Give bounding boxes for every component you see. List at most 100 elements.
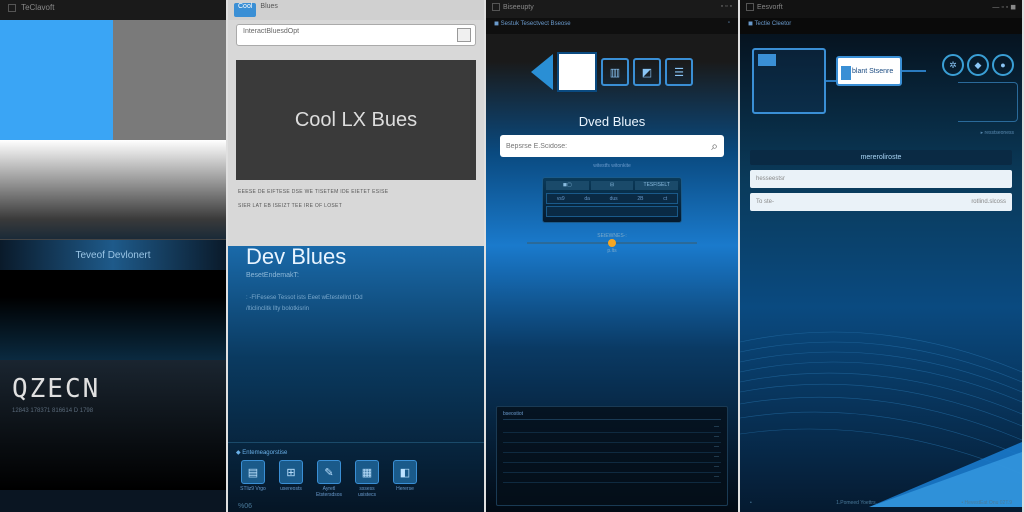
titlebar: Eesvorft — ▫ ▫ ◼ [740,0,1022,18]
hero-stage: ▥ ◩ ☰ [486,34,738,110]
icon-label: usereosts [280,486,302,492]
field1-placeholder: hesseestsr [756,176,785,182]
tile-3[interactable]: ☰ [665,58,693,86]
icon-glyph: ◧ [393,460,417,484]
icon-label: sssess usistecs [350,486,384,498]
back-arrow-icon[interactable] [531,54,553,90]
panel-2: Cool Blues InteractBluesdOpt Cool LX Bue… [228,0,486,512]
bracket-line [958,82,1018,122]
icon-toolbar: ◆ Entemeagorstise ▤STliz9 Vrgo⊞usereosts… [228,442,484,504]
node-pin-icon[interactable]: ◆ [967,54,989,76]
breadcrumb[interactable]: ◼ Sestuk Tesectvect Bseose ▫ [486,18,738,34]
diagram-box-a[interactable] [752,48,826,114]
toolbar-icon-4[interactable]: ◧ Hererse [388,460,422,498]
list-header: bseostiot [503,411,721,420]
panel-3: Biseeupty ▫ ▫ ▫ ◼ Sestuk Tesectvect Bseo… [486,0,740,512]
results-list: bseostiot — — — — — — [496,406,728,506]
list-item[interactable]: — [503,463,721,473]
stepper-sub: p.lts [527,248,697,254]
crumb-close-icon[interactable]: ▫ [728,20,730,32]
diagram-box-b[interactable]: blant Stsenre [836,56,902,86]
micro-line-1: EEESE DE EIFTESE DSE WE TISETEM IDE EIET… [238,188,474,196]
input-field-2[interactable]: To ste- rotlind.slcoss [750,193,1012,211]
brand-footer: 12843 178371 816614 D 1798 [12,408,214,416]
list-item[interactable]: — [503,433,721,443]
hero-banner: Cool LX Bues [236,60,476,180]
search-bar[interactable]: ⌕ [500,135,724,157]
stripe-band: Teveof Devlonert [0,240,226,270]
toolbar-icon-2[interactable]: ✎Ayretl Etstersdsos [312,460,346,498]
hero-title: Cool LX Bues [295,109,417,132]
stepper: SEtEWNES-: p.lts [527,233,697,254]
icon-glyph: ✎ [317,460,341,484]
list-item[interactable]: — [503,423,721,433]
icon-label: STliz9 Vrgo [240,486,266,492]
toolbar-icon-3[interactable]: ▦ sssess usistecs [350,460,384,498]
tab-active[interactable]: Cool [234,3,256,17]
search-icon[interactable]: ⌕ [711,139,718,154]
search-input[interactable] [506,143,711,150]
list-item[interactable]: — [503,453,721,463]
tile-1[interactable]: ▥ [601,58,629,86]
widget-cell-1[interactable]: da [584,196,590,202]
percent-readout: %06 [238,503,252,510]
hero-card[interactable] [557,52,597,92]
connector-1 [826,80,836,82]
widget-cell-4[interactable]: ct [663,196,667,202]
widget-cell-3[interactable]: 2B [637,196,643,202]
footer-line: • 1.Pomeed Yoettrs. • HevestEat Onu 02T.… [740,500,1022,506]
app-icon [746,3,754,11]
swatch-grey [113,20,226,140]
toolbar-icon-1[interactable]: ⊞usereosts [274,460,308,498]
icon-glyph: ▤ [241,460,265,484]
dev-line-1: : -FIFesese Tessot ists Eeet wEtestelIrd… [246,293,466,304]
titlebar: Biseeupty ▫ ▫ ▫ [486,0,738,18]
widget-tab-1[interactable]: ⊟ [591,181,634,190]
app-name: Biseeupty [503,4,534,11]
swatch-blue [0,20,113,140]
wave-graphic [740,282,1022,512]
section-header: mereroliroste [750,150,1012,165]
brand-logo: QZECN [12,374,214,404]
widget-tab-0[interactable]: ◼▢ [546,181,589,190]
black-band [0,270,226,360]
address-bar[interactable]: InteractBluesdOpt [236,24,476,46]
connector-2 [902,70,926,72]
widget-tab-2[interactable]: TESFISELT [635,181,678,190]
list-item[interactable]: — [503,443,721,453]
app-name: Eesvorft [757,4,783,11]
window-controls[interactable]: ▫ ▫ ▫ [721,3,732,15]
widget-spacer [546,206,678,217]
node-user-icon[interactable]: ● [992,54,1014,76]
app-name: TeClavoft [21,3,54,12]
foot-a: • [750,500,752,506]
stepper-rail[interactable] [527,242,697,244]
panel-1: TeClavoft Teveof Devlonert QZECN 12843 1… [0,0,228,512]
window-controls[interactable]: — ▫ ▫ ◼ [992,3,1016,15]
input-field-1[interactable]: hesseestsr [750,170,1012,188]
icon-label: Hererse [396,486,414,492]
micro-line-2: SIER LAT EB ISEIZT TEE IRE OF LOSET [238,202,474,210]
widget-cell-2[interactable]: dus [610,196,618,202]
widget-cell-0[interactable]: vs9 [557,196,565,202]
panel-4: Eesvorft — ▫ ▫ ◼ ◼ Tectie Cleetor blant … [740,0,1024,512]
tab-secondary[interactable]: Blues [260,3,278,17]
node-gear-icon[interactable]: ✲ [942,54,964,76]
control-widget: ◼▢⊟TESFISELT vs9 da dus 2B ct [542,177,682,223]
tile-2[interactable]: ◩ [633,58,661,86]
list-item[interactable]: — [503,473,721,483]
section-title: Dev Blues [246,244,484,270]
field2-right: rotlind.slcoss [971,199,1006,205]
titlebar: TeClavoft [0,0,226,20]
diagram-area: blant Stsenre ✲ ◆ ● ▸ resstseoness [740,34,1022,144]
foot-b: 1.Pomeed Yoettrs. [836,500,877,506]
foot-c: • HevestEat Onu 02T.9 [961,500,1012,506]
address-text: InteractBluesdOpt [243,28,299,35]
subheader[interactable]: ◼ Tectie Cleetor [740,18,1022,34]
stepper-node-icon[interactable] [608,239,616,247]
logo-band: QZECN 12843 178371 816614 D 1798 [0,360,226,490]
toolbar-icon-0[interactable]: ▤ STliz9 Vrgo [236,460,270,498]
icon-glyph: ▦ [355,460,379,484]
titlebar: Cool Blues [228,0,484,20]
color-band [0,20,226,140]
